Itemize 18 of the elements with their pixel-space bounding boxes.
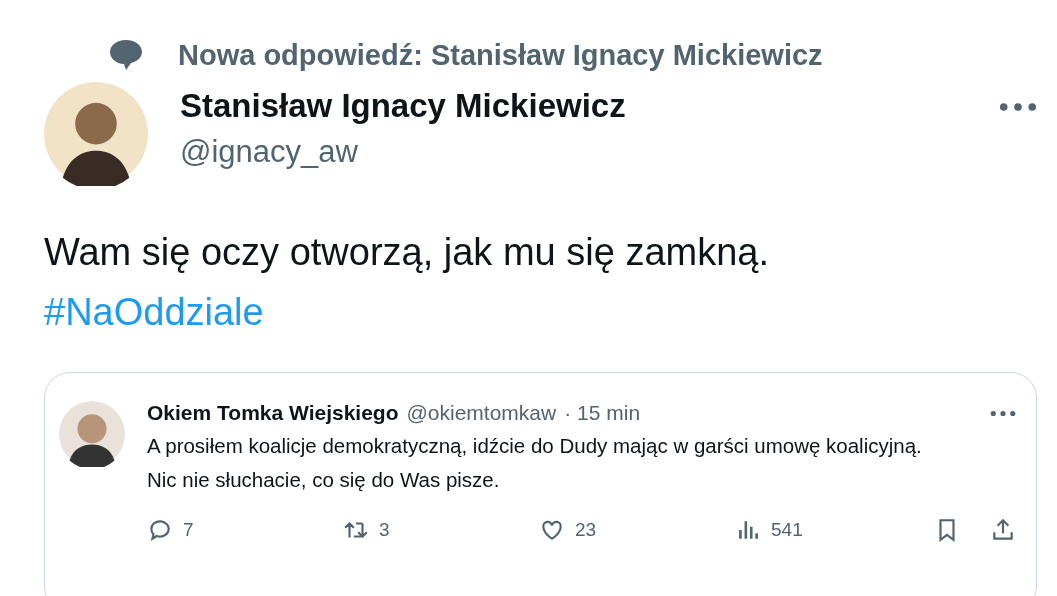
more-options-icon[interactable] [990,409,1016,417]
author-handle[interactable]: @ignacy_aw [180,130,999,174]
retweet-button[interactable]: 3 [343,517,539,543]
more-options-icon[interactable] [999,102,1037,112]
post-time: · 15 min [564,401,641,425]
speech-bubble-icon [147,517,173,543]
quoted-author-handle[interactable]: @okiemtomkaw [406,401,557,425]
reply-button[interactable]: 7 [147,517,343,543]
like-button[interactable]: 23 [539,517,735,543]
speech-bubble-icon [108,38,144,72]
avatar [59,401,125,467]
author-name[interactable]: Stanisław Ignacy Mickiewicz [180,82,999,130]
share-icon[interactable] [990,517,1016,543]
tweet-text: Wam się oczy otworzą, jak mu się zamkną. [44,230,771,275]
quoted-author-name[interactable]: Okiem Tomka Wiejskiego [147,401,399,425]
views-button[interactable]: 541 [735,517,931,543]
quoted-tweet-text: A prosiłem koalicje demokratyczną, idźcie do Dudy mając w garści umowę koalicyjną. Nic nie słuchacie, co się do Was pisze. [147,433,923,493]
reply-notice: Nowa odpowiedź: Stanisław Ignacy Mickiewicz [178,38,823,72]
